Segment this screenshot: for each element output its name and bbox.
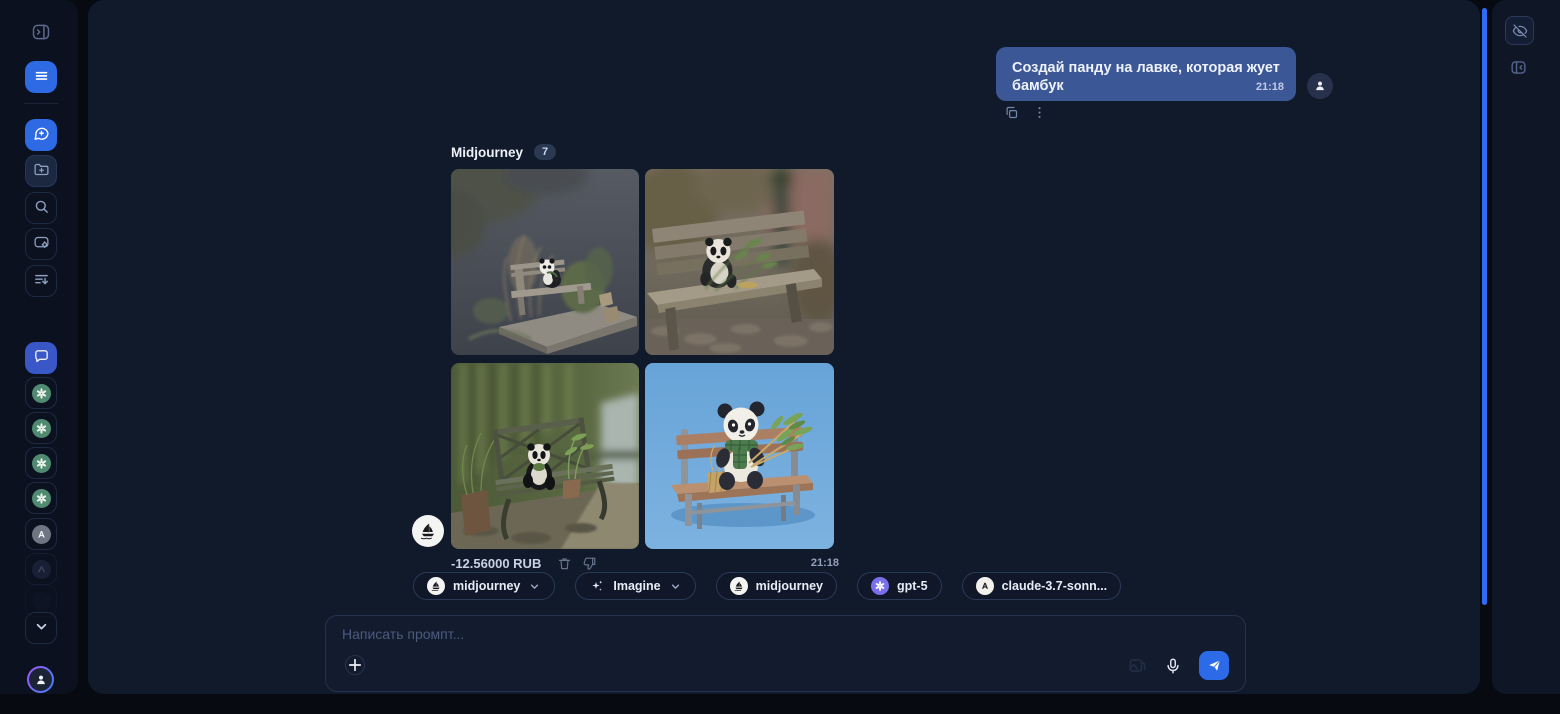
send-icon: [1207, 658, 1222, 673]
chip-midjourney[interactable]: midjourney: [716, 572, 837, 600]
more-options-icon[interactable]: [1032, 105, 1047, 120]
search-icon: [33, 198, 50, 218]
assistant-message-time: 21:18: [811, 557, 839, 569]
search-button[interactable]: [25, 192, 57, 224]
chevron-down-icon: [669, 580, 682, 593]
openai-logo-icon: [32, 419, 51, 438]
model-button-faded[interactable]: [25, 553, 57, 585]
generation-cost: -12.56000 RUB: [451, 556, 541, 571]
model-icon-faded: [32, 560, 51, 579]
midjourney-sailboat-icon: [418, 521, 438, 541]
sparkles-icon: [589, 578, 605, 594]
chip-label: gpt-5: [897, 579, 928, 593]
model-button-gpt-1[interactable]: [25, 377, 57, 409]
send-button[interactable]: [1199, 651, 1229, 680]
microphone-icon[interactable]: [1164, 657, 1182, 675]
chip-midjourney-dropdown[interactable]: midjourney: [413, 572, 555, 600]
assistant-header: Midjourney 7: [451, 144, 556, 160]
chip-label: midjourney: [453, 579, 520, 593]
person-icon: [34, 673, 48, 687]
generated-image-3[interactable]: [451, 363, 639, 549]
sidebar-toggle-icon[interactable]: [31, 22, 51, 42]
folder-plus-icon: [33, 161, 50, 181]
chat-bubble-icon: [33, 348, 50, 368]
new-chat-button[interactable]: [25, 119, 57, 151]
sidebar-divider: [24, 103, 58, 104]
generated-image-grid: [451, 169, 834, 549]
model-button-gpt-2[interactable]: [25, 412, 57, 444]
chip-gpt-5[interactable]: gpt-5: [857, 572, 942, 600]
hide-content-button[interactable]: [1505, 16, 1534, 45]
task-queue-button[interactable]: [25, 265, 57, 297]
chip-imagine-dropdown[interactable]: Imagine: [575, 572, 695, 600]
message-actions: [1004, 105, 1047, 120]
model-button-gpt-4[interactable]: [25, 482, 57, 514]
openai-logo-icon: [32, 454, 51, 473]
chevron-down-icon: [33, 618, 50, 638]
message-count-badge: 7: [534, 144, 556, 160]
thumbs-down-icon[interactable]: [582, 556, 597, 571]
media-settings-icon: [33, 234, 50, 254]
model-button-gpt-3[interactable]: [25, 447, 57, 479]
attach-media-icon[interactable]: [1128, 656, 1147, 675]
task-queue-icon: [33, 271, 50, 291]
collapse-panel-icon[interactable]: [1509, 58, 1528, 77]
openai-logo-icon: [871, 577, 889, 595]
add-attachment-icon[interactable]: [345, 655, 365, 675]
chip-claude-3-7-sonnet[interactable]: claude-3.7-sonn...: [962, 572, 1122, 600]
user-profile-avatar[interactable]: [27, 666, 54, 693]
model-button-anthropic[interactable]: [25, 518, 57, 550]
expand-models-button[interactable]: [25, 612, 57, 644]
delete-icon[interactable]: [557, 556, 572, 571]
model-chips-row: midjourney Imagine midjourney gpt-5: [413, 572, 1121, 600]
chat-mode-button[interactable]: [25, 342, 57, 374]
generated-image-1[interactable]: [451, 169, 639, 355]
message-meta-row: -12.56000 RUB 21:18: [451, 554, 839, 572]
copy-icon[interactable]: [1004, 105, 1019, 120]
menu-icon: [33, 67, 50, 87]
anthropic-logo-icon: [32, 525, 51, 544]
openai-logo-icon: [32, 384, 51, 403]
chip-label: Imagine: [613, 579, 660, 593]
generated-image-4[interactable]: [645, 363, 834, 549]
user-message-time: 21:18: [1256, 81, 1284, 95]
new-folder-button[interactable]: [25, 155, 57, 187]
midjourney-logo-icon: [427, 577, 445, 595]
chip-label: claude-3.7-sonn...: [1002, 579, 1108, 593]
media-settings-button[interactable]: [25, 228, 57, 260]
chip-label: midjourney: [756, 579, 823, 593]
right-sidebar: [1492, 0, 1560, 694]
scrollbar[interactable]: [1482, 8, 1487, 605]
composer-controls: [1128, 651, 1229, 680]
app-window: Создай панду на лавке, которая жует бамб…: [0, 0, 1560, 714]
main-menu-button[interactable]: [25, 61, 57, 93]
generated-image-2[interactable]: [645, 169, 834, 355]
model-icon-faded: [32, 592, 51, 611]
user-message-bubble: Создай панду на лавке, которая жует бамб…: [996, 47, 1296, 101]
openai-logo-icon: [32, 489, 51, 508]
person-icon: [1313, 79, 1327, 93]
user-message-avatar: [1307, 73, 1333, 99]
assistant-avatar: [412, 515, 444, 547]
assistant-name: Midjourney: [451, 145, 523, 160]
midjourney-logo-icon: [730, 577, 748, 595]
chevron-down-icon: [528, 580, 541, 593]
user-message-text: Создай панду на лавке, которая жует бамб…: [1012, 60, 1280, 94]
anthropic-logo-icon: [976, 577, 994, 595]
left-sidebar: [0, 0, 78, 694]
prompt-composer: [325, 615, 1246, 692]
visibility-off-icon: [1512, 23, 1528, 39]
new-chat-icon: [33, 125, 50, 145]
prompt-input[interactable]: [342, 626, 1202, 656]
chat-panel: Создай панду на лавке, которая жует бамб…: [88, 0, 1480, 694]
